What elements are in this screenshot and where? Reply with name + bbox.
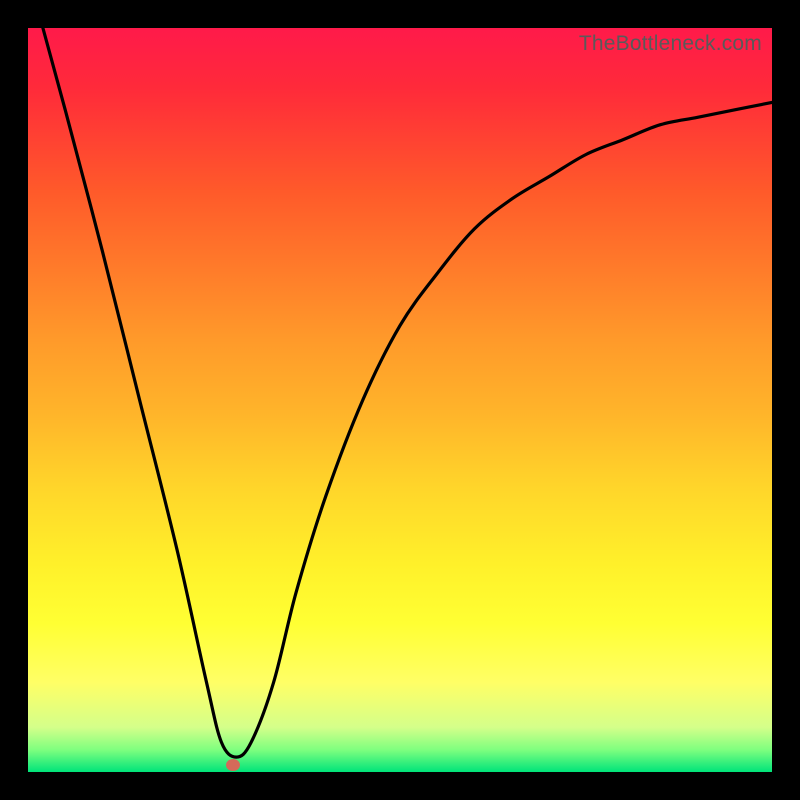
plot-area: TheBottleneck.com: [28, 28, 772, 772]
curve-svg: [28, 28, 772, 772]
minimum-marker: [226, 759, 240, 771]
bottleneck-curve: [43, 28, 772, 757]
watermark-text: TheBottleneck.com: [579, 32, 762, 56]
